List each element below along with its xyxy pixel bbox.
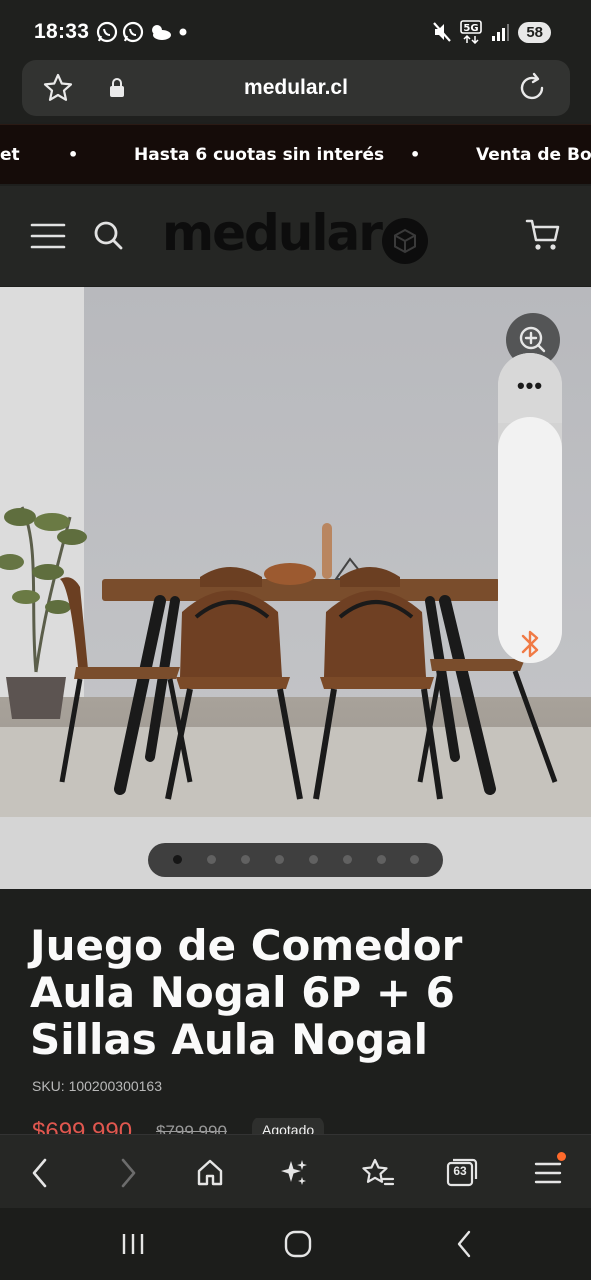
bookmarks-button[interactable] <box>358 1153 398 1193</box>
notification-badge <box>557 1152 566 1161</box>
announcement-bar: et • Hasta 6 cuotas sin interés • Venta … <box>0 124 591 184</box>
site-logo[interactable]: medular <box>162 204 383 262</box>
menu-button[interactable] <box>528 1152 568 1193</box>
status-bar: 18:33 5G 58 <box>0 0 591 60</box>
home-nav-button[interactable] <box>278 1226 318 1262</box>
site-header: medular <box>0 186 591 286</box>
pagination-dot[interactable] <box>207 855 216 864</box>
forward-button[interactable] <box>108 1153 148 1193</box>
status-notification-icons <box>96 21 190 43</box>
product-title: Juego de Comedor Aula Nogal 6P + 6 Silla… <box>30 921 463 1064</box>
ai-assistant-button[interactable] <box>274 1153 314 1193</box>
tab-count: 63 <box>453 1164 467 1178</box>
notification-dot-icon <box>179 28 187 36</box>
chevron-right-icon <box>121 1158 136 1188</box>
product-old-price: $799.990 <box>156 1122 227 1134</box>
back-nav-button[interactable] <box>444 1226 484 1262</box>
product-price: $699.990 <box>32 1118 133 1134</box>
star-list-icon <box>362 1158 395 1186</box>
home-circle-icon <box>284 1230 312 1258</box>
address-bar[interactable]: medular.cl <box>22 60 570 116</box>
pagination-dot[interactable] <box>275 855 284 864</box>
battery-indicator: 58 <box>518 21 551 43</box>
tabs-button[interactable]: 63 <box>442 1153 482 1193</box>
home-button[interactable] <box>190 1153 230 1193</box>
bluetooth-icon[interactable] <box>517 627 543 661</box>
svg-text:5G: 5G <box>464 23 479 34</box>
browser-address-area: medular.cl <box>0 60 591 122</box>
5g-icon: 5G <box>460 20 483 44</box>
announcement-item: Venta de Bod <box>476 145 591 165</box>
menu-lines-icon <box>534 1162 562 1184</box>
recent-apps-button[interactable] <box>113 1226 153 1262</box>
cart-icon[interactable] <box>525 218 561 252</box>
weather-icon <box>152 25 171 40</box>
whatsapp-icon <box>122 21 144 43</box>
edge-panel-menu[interactable]: ••• <box>498 353 562 423</box>
browser-toolbar: 63 <box>0 1134 591 1208</box>
product-sku: SKU: 100200300163 <box>32 1078 162 1094</box>
back-arrow-icon <box>457 1230 471 1258</box>
recent-apps-icon <box>122 1234 144 1254</box>
back-button[interactable] <box>20 1153 60 1193</box>
pagination-dot[interactable] <box>410 855 419 864</box>
chevron-left-icon <box>32 1158 47 1188</box>
search-icon[interactable] <box>92 219 124 251</box>
status-time: 18:33 <box>34 20 90 43</box>
announcement-separator: • <box>68 145 79 164</box>
announcement-item: Hasta 6 cuotas sin interés <box>134 145 385 165</box>
announcement-separator: • <box>410 145 421 164</box>
whatsapp-icon <box>96 21 118 43</box>
pagination-dot[interactable] <box>173 855 182 864</box>
signal-icon <box>492 24 510 41</box>
mute-icon <box>433 22 452 42</box>
gallery-pagination <box>148 843 443 877</box>
logo-mark-icon <box>382 218 428 264</box>
product-image-gallery[interactable]: ••• <box>0 287 591 889</box>
hamburger-menu-icon[interactable] <box>30 222 66 250</box>
price-row: $699.990 $799.990 Agotado <box>32 1118 591 1134</box>
android-navigation-bar <box>0 1208 591 1280</box>
sparkle-icon <box>281 1160 307 1185</box>
pagination-dot[interactable] <box>309 855 318 864</box>
pagination-dot[interactable] <box>241 855 250 864</box>
status-badge: Agotado <box>252 1118 325 1134</box>
pagination-dot[interactable] <box>343 855 352 864</box>
pagination-dot[interactable] <box>377 855 386 864</box>
status-system-icons: 5G 58 <box>432 20 551 44</box>
home-icon <box>197 1159 223 1186</box>
more-options-icon[interactable]: ••• <box>498 373 562 399</box>
reload-icon[interactable] <box>516 72 548 104</box>
announcement-item: et <box>0 145 20 165</box>
url-text[interactable]: medular.cl <box>22 76 570 100</box>
